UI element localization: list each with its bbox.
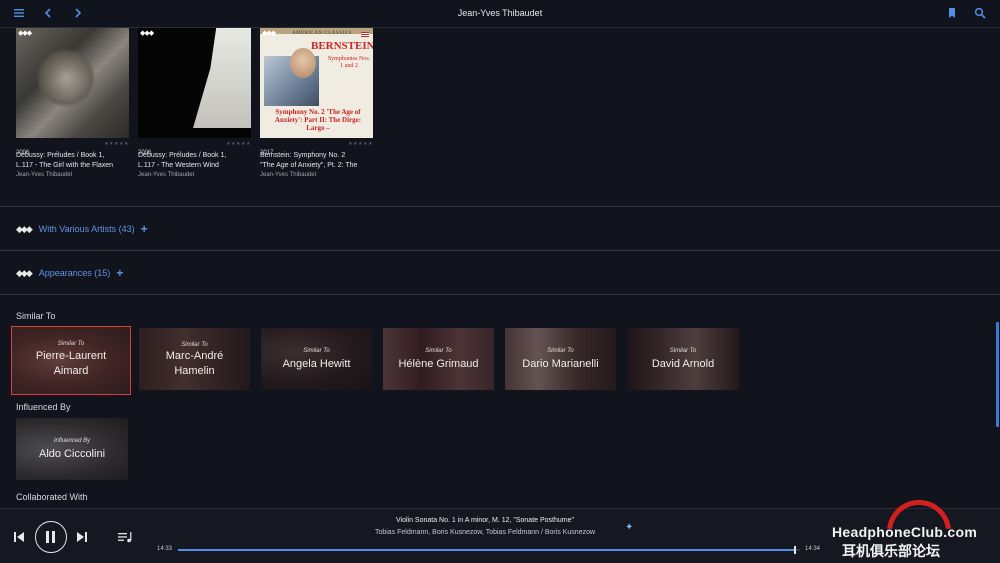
watermark-line2: 耳机俱乐部论坛 — [842, 544, 940, 560]
album-title-line2: "The Age of Anxiety", Pt. 2: The — [260, 162, 358, 169]
next-track-icon[interactable] — [75, 530, 89, 544]
progress-bar[interactable] — [178, 546, 800, 554]
track-artists: Tobias Feldmann, Boris Kusnezow, Tobias … — [374, 529, 596, 536]
rating-stars[interactable]: ★★★★★ — [226, 141, 251, 147]
expand-plus-icon[interactable]: + — [116, 266, 123, 280]
cover-work: Symphony No. 2 'The Age of Anxiety': Par… — [274, 108, 362, 132]
tile-caption: Similar To — [425, 348, 452, 354]
expand-plus-icon[interactable]: + — [141, 222, 148, 236]
album-card[interactable]: ◆◆◆ 2006 ★★★★★ Debussy: Préludes / Book … — [16, 28, 129, 178]
album-artist: Jean-Yves Thibaudet — [16, 172, 73, 178]
tile-caption: Similar To — [181, 342, 208, 348]
flag-icon — [361, 32, 369, 37]
tidal-icon: ◆◆◆ — [140, 30, 154, 37]
elapsed-time: 14:33 — [157, 546, 173, 552]
pause-button[interactable] — [35, 521, 67, 553]
similar-artist-tile[interactable]: Similar To David Arnold — [627, 328, 739, 390]
divider — [0, 250, 1000, 251]
queue-icon[interactable] — [117, 530, 133, 544]
pause-icon — [46, 531, 56, 543]
album-title: Bernstein: Symphony No. 2 — [260, 152, 346, 159]
album-title: Debussy: Préludes / Book 1, — [16, 152, 105, 159]
similar-artist-tile[interactable]: Similar To Hélène Grimaud — [383, 328, 494, 390]
similar-to-heading: Similar To — [16, 311, 56, 321]
similar-artist-tile[interactable]: Similar To Pierre-Laurent Aimard — [11, 326, 131, 395]
tidal-icon: ◆◆◆ — [262, 30, 276, 37]
page-title: Jean-Yves Thibaudet — [457, 8, 543, 18]
album-cover[interactable]: AMERICAN CLASSICS BERNSTEIN Symphonies N… — [260, 28, 373, 138]
album-title: Debussy: Préludes / Book 1, — [138, 152, 227, 159]
section-label[interactable]: With Various Artists (43) — [39, 224, 135, 234]
collaborated-with-heading: Collaborated With — [16, 492, 88, 502]
artist-name: Aldo Ciccolini — [38, 448, 106, 460]
album-title-line2: L.117 - The Western Wind — [138, 162, 219, 169]
album-artist: Jean-Yves Thibaudet — [260, 172, 317, 178]
album-year: 2006 — [16, 150, 30, 156]
progress-knob[interactable] — [793, 546, 796, 554]
divider — [0, 294, 1000, 295]
tile-caption: Similar To — [669, 348, 697, 354]
album-year: 2006 — [138, 150, 152, 156]
similar-artist-tile[interactable]: Similar To Marc-André Hamelin — [139, 328, 250, 390]
bookmark-icon[interactable] — [944, 6, 960, 22]
tidal-icon: ◆◆◆ — [16, 267, 33, 278]
with-various-artists-row[interactable]: ◆◆◆ With Various Artists (43) + — [16, 222, 148, 236]
artist-name: Angela Hewitt — [282, 358, 351, 370]
artist-name: Hélène Grimaud — [398, 358, 479, 370]
watermark-logo: HeadphoneClub.com 耳机俱乐部论坛 — [832, 500, 992, 560]
divider — [0, 206, 1000, 207]
tidal-icon: ◆◆◆ — [16, 223, 33, 234]
total-time: 14:34 — [805, 546, 821, 552]
sparkle-icon: ✦ — [625, 522, 634, 533]
search-icon[interactable] — [972, 6, 988, 22]
cover-composer: BERNSTEIN — [311, 40, 373, 52]
artist-name: David Arnold — [651, 358, 715, 370]
watermark-line1: HeadphoneClub.com — [832, 524, 978, 540]
artist-name: Pierre-Laurent — [35, 350, 107, 362]
previous-track-icon[interactable] — [12, 530, 26, 544]
artist-name: Marc-André — [165, 350, 224, 362]
album-cover[interactable]: ◆◆◆ — [16, 28, 129, 138]
cover-series: AMERICAN CLASSICS — [292, 31, 352, 36]
tile-caption: Similar To — [303, 348, 330, 354]
progress-fill — [178, 549, 794, 551]
top-bar: Jean-Yves Thibaudet — [0, 0, 1000, 28]
artist-name-line2: Aimard — [53, 365, 89, 377]
album-card[interactable]: ◆◆◆ 2006 ★★★★★ Debussy: Préludes / Book … — [138, 28, 251, 178]
artist-name-line2: Hamelin — [174, 365, 215, 377]
tile-caption: Similar To — [547, 348, 574, 354]
influenced-by-heading: Influenced By — [16, 402, 71, 412]
similar-artist-tile[interactable]: Similar To Dario Marianelli — [505, 328, 616, 390]
album-year: 2017 — [260, 150, 274, 156]
album-title-line2: L.117 - The Girl with the Flaxen — [16, 162, 114, 169]
album-cover[interactable]: ◆◆◆ — [138, 28, 251, 138]
rating-stars[interactable]: ★★★★★ — [348, 141, 373, 147]
tile-caption: Similar To — [57, 341, 85, 347]
tidal-icon: ◆◆◆ — [18, 30, 32, 37]
similar-artist-tile[interactable]: Similar To Angela Hewitt — [261, 328, 372, 390]
track-title: Violin Sonata No. 1 in A minor, M. 12, "… — [395, 517, 574, 524]
appearances-row[interactable]: ◆◆◆ Appearances (15) + — [16, 266, 123, 280]
scrollbar[interactable] — [996, 322, 999, 427]
album-artist: Jean-Yves Thibaudet — [138, 172, 195, 178]
artist-name: Dario Marianelli — [522, 358, 599, 370]
album-card[interactable]: AMERICAN CLASSICS BERNSTEIN Symphonies N… — [260, 28, 373, 178]
section-label[interactable]: Appearances (15) — [39, 268, 111, 278]
tile-caption: Influenced By — [53, 438, 91, 444]
cover-subtitle: Symphonies Nos. 1 and 2 — [327, 56, 371, 69]
influenced-artist-tile[interactable]: Influenced By Aldo Ciccolini — [16, 418, 128, 480]
rating-stars[interactable]: ★★★★★ — [104, 141, 129, 147]
